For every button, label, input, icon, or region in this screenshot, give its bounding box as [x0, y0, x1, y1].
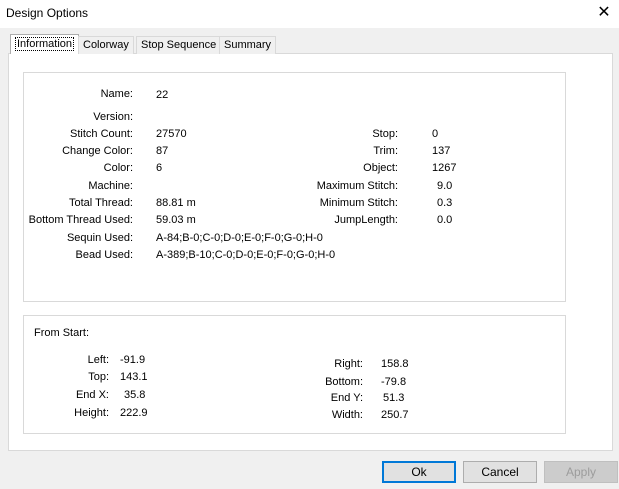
bottom-label: Bottom: — [325, 376, 363, 388]
color-value: 6 — [156, 162, 163, 174]
minimum-stitch-label: Minimum Stitch: — [319, 197, 398, 209]
title-bar: Design Options ✕ — [0, 0, 619, 28]
ok-button[interactable]: Ok — [382, 461, 456, 483]
left-label: Left: — [87, 354, 109, 366]
bottom-value: -79.8 — [381, 376, 407, 388]
end-y-value: 51.3 — [383, 392, 405, 404]
right-label: Right: — [334, 358, 363, 370]
bottom-thread-label: Bottom Thread Used: — [28, 214, 133, 226]
bottom-thread-value: 59.03 m — [156, 214, 196, 226]
tab-stop-sequence[interactable]: Stop Sequence — [136, 36, 222, 54]
trim-label: Trim: — [373, 145, 398, 157]
stitch-count-label: Stitch Count: — [70, 128, 133, 140]
total-thread-label: Total Thread: — [68, 197, 133, 209]
bead-used-value: A-389;B-10;C-0;D-0;E-0;F-0;G-0;H-0 — [156, 249, 336, 261]
color-label: Color: — [103, 162, 133, 174]
total-thread-value: 88.81 m — [156, 197, 196, 209]
sequin-used-value: A-84;B-0;C-0;D-0;E-0;F-0;G-0;H-0 — [156, 232, 323, 244]
stop-value: 0 — [432, 128, 439, 140]
minimum-stitch-value: 0.3 — [437, 197, 453, 209]
width-value: 250.7 — [381, 409, 409, 421]
end-y-label: End Y: — [330, 392, 363, 404]
trim-value: 137 — [432, 145, 451, 157]
top-label: Top: — [88, 371, 109, 383]
apply-button[interactable]: Apply — [544, 461, 618, 483]
right-value: 158.8 — [381, 358, 409, 370]
change-color-value: 87 — [156, 145, 169, 157]
window-title: Design Options — [6, 6, 89, 20]
from-start-heading: From Start: — [34, 327, 90, 339]
top-value: 143.1 — [120, 371, 148, 383]
sequin-used-label: Sequin Used: — [66, 232, 133, 244]
machine-label: Machine: — [88, 180, 133, 192]
height-label: Height: — [74, 407, 109, 419]
stitch-count-value: 27570 — [156, 128, 187, 140]
tab-summary[interactable]: Summary — [219, 36, 277, 54]
stop-label: Stop: — [372, 128, 398, 140]
cancel-button[interactable]: Cancel — [463, 461, 537, 483]
design-options-dialog: Design Options ✕ Information Colorway St… — [0, 0, 619, 489]
bead-used-label: Bead Used: — [75, 249, 133, 261]
tab-colorway[interactable]: Colorway — [78, 36, 134, 54]
end-x-label: End X: — [75, 389, 109, 401]
name-label: Name: — [100, 88, 133, 100]
version-label: Version: — [93, 111, 133, 123]
maximum-stitch-value: 9.0 — [437, 180, 453, 192]
width-label: Width: — [331, 409, 363, 421]
end-x-value: 35.8 — [124, 389, 146, 401]
maximum-stitch-label: Maximum Stitch: — [316, 180, 398, 192]
height-value: 222.9 — [120, 407, 148, 419]
object-value: 1267 — [432, 162, 457, 174]
left-value: -91.9 — [120, 354, 146, 366]
jump-length-value: 0.0 — [437, 214, 453, 226]
jump-length-label: JumpLength: — [334, 214, 398, 226]
object-label: Object: — [363, 162, 398, 174]
change-color-label: Change Color: — [62, 145, 133, 157]
close-icon[interactable]: ✕ — [593, 2, 615, 24]
name-value: 22 — [156, 89, 169, 101]
tab-information[interactable]: Information — [10, 34, 80, 54]
